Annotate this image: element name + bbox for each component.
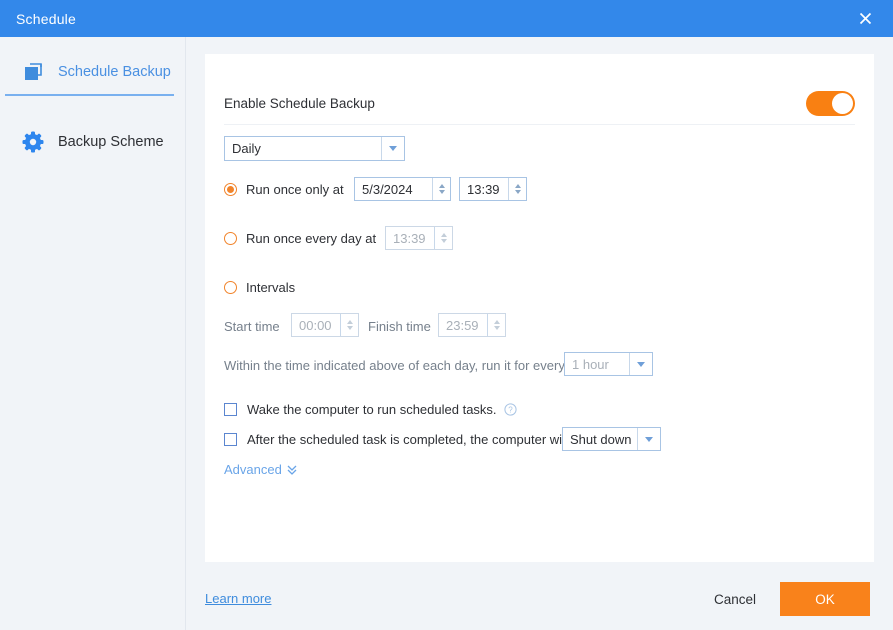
- cancel-button[interactable]: Cancel: [700, 582, 770, 616]
- schedule-dialog: Schedule Schedule Backup Backup Scheme E…: [0, 0, 893, 630]
- run-every-day-time-input[interactable]: 13:39: [385, 226, 453, 250]
- run-every-day-label: Run once every day at: [246, 231, 377, 246]
- date-spinner[interactable]: [432, 178, 450, 200]
- time-spinner[interactable]: [340, 314, 358, 336]
- settings-card: Enable Schedule Backup Daily Run once on…: [205, 54, 874, 562]
- chevron-down-icon: [629, 353, 652, 375]
- after-task-checkbox[interactable]: After the scheduled task is completed, t…: [224, 432, 568, 447]
- time-spinner[interactable]: [487, 314, 505, 336]
- sidebar-item-label: Backup Scheme: [58, 134, 164, 150]
- title-bar: Schedule: [0, 0, 893, 37]
- gear-icon: [20, 129, 46, 155]
- run-every-day-time-value: 13:39: [393, 230, 426, 246]
- checkbox-indicator: [224, 403, 237, 416]
- run-once-only-radio[interactable]: Run once only at: [224, 182, 344, 197]
- run-once-time-input[interactable]: 13:39: [459, 177, 527, 201]
- finish-time-input[interactable]: 23:59: [438, 313, 506, 337]
- start-time-input[interactable]: 00:00: [291, 313, 359, 337]
- finish-time-label: Finish time: [368, 319, 431, 334]
- finish-time-value: 23:59: [446, 317, 479, 333]
- intervals-radio[interactable]: Intervals: [224, 280, 295, 295]
- svg-text:?: ?: [508, 405, 513, 414]
- run-once-date-input[interactable]: 5/3/2024: [354, 177, 451, 201]
- run-every-day-radio[interactable]: Run once every day at: [224, 231, 376, 246]
- wake-computer-checkbox[interactable]: Wake the computer to run scheduled tasks…: [224, 402, 517, 417]
- time-spinner[interactable]: [508, 178, 526, 200]
- question-circle-icon[interactable]: ?: [503, 403, 517, 416]
- radio-indicator: [224, 232, 237, 245]
- run-once-date-value: 5/3/2024: [362, 181, 413, 197]
- copy-stack-icon: [20, 59, 46, 85]
- enable-schedule-toggle[interactable]: [806, 90, 855, 116]
- start-time-value: 00:00: [299, 317, 332, 333]
- start-time-label: Start time: [224, 319, 280, 334]
- chevron-down-icon: [637, 428, 660, 450]
- after-task-label: After the scheduled task is completed, t…: [247, 432, 568, 447]
- run-once-only-label: Run once only at: [246, 182, 344, 197]
- radio-indicator: [224, 183, 237, 196]
- advanced-label: Advanced: [224, 462, 282, 477]
- sidebar-item-schedule-backup[interactable]: Schedule Backup: [0, 48, 185, 96]
- run-once-time-value: 13:39: [467, 181, 500, 197]
- window-title: Schedule: [16, 10, 76, 27]
- learn-more-link[interactable]: Learn more: [205, 591, 271, 606]
- interval-every-select[interactable]: 1 hour: [564, 352, 653, 376]
- wake-computer-label: Wake the computer to run scheduled tasks…: [247, 402, 497, 417]
- after-task-action-select[interactable]: Shut down: [562, 427, 661, 451]
- advanced-toggle[interactable]: Advanced: [224, 462, 297, 477]
- ok-button[interactable]: OK: [780, 582, 870, 616]
- sidebar: Schedule Backup Backup Scheme: [0, 37, 186, 630]
- close-button[interactable]: [843, 0, 887, 37]
- toggle-knob: [832, 92, 853, 114]
- enable-schedule-row: Enable Schedule Backup: [224, 82, 855, 125]
- interval-every-value: 1 hour: [572, 356, 609, 372]
- frequency-select[interactable]: Daily: [224, 136, 405, 161]
- sidebar-item-backup-scheme[interactable]: Backup Scheme: [0, 118, 185, 166]
- sidebar-item-label: Schedule Backup: [58, 64, 171, 80]
- frequency-select-value: Daily: [232, 141, 261, 156]
- checkbox-indicator: [224, 433, 237, 446]
- after-task-action-value: Shut down: [570, 431, 632, 447]
- interval-every-label: Within the time indicated above of each …: [224, 358, 565, 373]
- intervals-label: Intervals: [246, 280, 296, 295]
- double-chevron-down-icon: [287, 464, 297, 475]
- enable-schedule-label: Enable Schedule Backup: [224, 95, 375, 111]
- chevron-down-icon: [381, 137, 404, 160]
- radio-indicator: [224, 281, 237, 294]
- close-icon: [859, 12, 871, 25]
- time-spinner[interactable]: [434, 227, 452, 249]
